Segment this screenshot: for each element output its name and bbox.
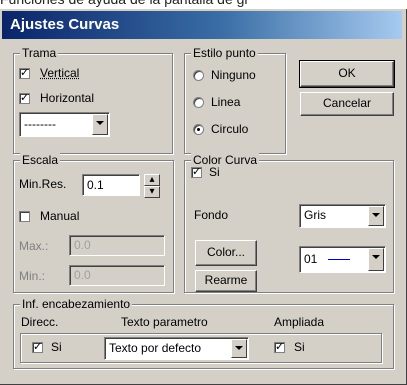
fondo-label: Fondo: [194, 208, 229, 222]
rearme-button[interactable]: Rearme: [195, 270, 257, 292]
min-res-label: Min.Res.: [19, 177, 67, 191]
chevron-down-icon[interactable]: [92, 114, 108, 135]
max-label: Max.:: [19, 239, 49, 253]
linea-label: Linea: [211, 95, 241, 109]
spin-down-icon[interactable]: ▾: [144, 186, 160, 198]
dialog-title[interactable]: Ajustes Curvas: [2, 11, 402, 39]
fondo-dropdown[interactable]: Gris: [299, 204, 386, 228]
escala-legend: Escala: [20, 153, 61, 167]
encabezamiento-legend: Inf. encabezamiento: [20, 297, 133, 311]
ninguno-radio[interactable]: [193, 70, 204, 81]
texto-parametro-dropdown[interactable]: Texto por defecto: [104, 337, 249, 360]
encabezamiento-group: Inf. encabezamiento Direcc. Texto parame…: [13, 297, 394, 369]
trama-legend: Trama: [20, 46, 59, 60]
trama-group: Trama ✓ Vertical ✓ Horizontal --------: [13, 46, 173, 154]
ninguno-label: Ninguno: [211, 68, 256, 82]
color-button[interactable]: Color...: [195, 240, 257, 266]
spin-up-icon[interactable]: ▴: [144, 174, 160, 186]
horizontal-checkbox[interactable]: ✓: [19, 93, 30, 104]
color-curva-group: Color Curva ✓ Si Fondo Gris Color... Rea…: [184, 153, 394, 293]
encabezamiento-row: ✓ Si Texto por defecto ✓ Si: [20, 333, 382, 363]
curva-si-checkbox[interactable]: ✓: [191, 167, 202, 178]
estilo-punto-group: Estilo punto Ninguno Linea Circulo: [184, 46, 286, 154]
line-style-dropdown[interactable]: --------: [19, 112, 110, 137]
cancel-button[interactable]: Cancelar: [300, 92, 394, 116]
linea-radio[interactable]: [193, 97, 204, 108]
manual-label: Manual: [40, 209, 80, 223]
min-input[interactable]: 0.0: [69, 265, 165, 286]
color-curva-legend: Color Curva: [191, 153, 260, 167]
estilo-punto-legend: Estilo punto: [191, 46, 258, 60]
ampliada-si-label: Si: [294, 340, 305, 354]
circulo-label: Circulo: [211, 122, 249, 136]
curve-color-swatch: [328, 259, 350, 260]
background-header-text: Funciones de ayuda de la pantalla de gr: [0, 0, 407, 9]
vertical-label: Vertical: [40, 66, 80, 80]
chevron-down-icon[interactable]: [368, 248, 384, 271]
min-res-input[interactable]: 0.1: [82, 174, 140, 196]
vertical-checkbox[interactable]: ✓: [19, 68, 30, 79]
texto-parametro-header: Texto parametro: [121, 315, 208, 329]
chevron-down-icon[interactable]: [231, 339, 247, 358]
circulo-radio[interactable]: [193, 124, 204, 135]
direcc-header: Direcc.: [21, 315, 59, 329]
horizontal-label: Horizontal: [40, 91, 95, 105]
ampliada-header: Ampliada: [274, 315, 325, 329]
ampliada-checkbox[interactable]: ✓: [274, 342, 285, 353]
max-input[interactable]: 0.0: [69, 235, 165, 256]
chevron-down-icon[interactable]: [368, 206, 384, 226]
ok-button[interactable]: OK: [299, 60, 395, 88]
min-label: Min.:: [19, 269, 46, 283]
dialog-window: Ajustes Curvas Trama ✓ Vertical ✓ Horizo…: [0, 9, 407, 385]
escala-group: Escala Min.Res. 0.1 ▴ ▾ Manual Max.: 0.0…: [13, 153, 174, 293]
manual-checkbox[interactable]: [19, 211, 30, 222]
curva-si-label: Si: [209, 165, 220, 179]
direcc-si-label: Si: [51, 340, 62, 354]
direcc-checkbox[interactable]: ✓: [32, 342, 43, 353]
curve-color-dropdown[interactable]: 01: [299, 246, 386, 273]
